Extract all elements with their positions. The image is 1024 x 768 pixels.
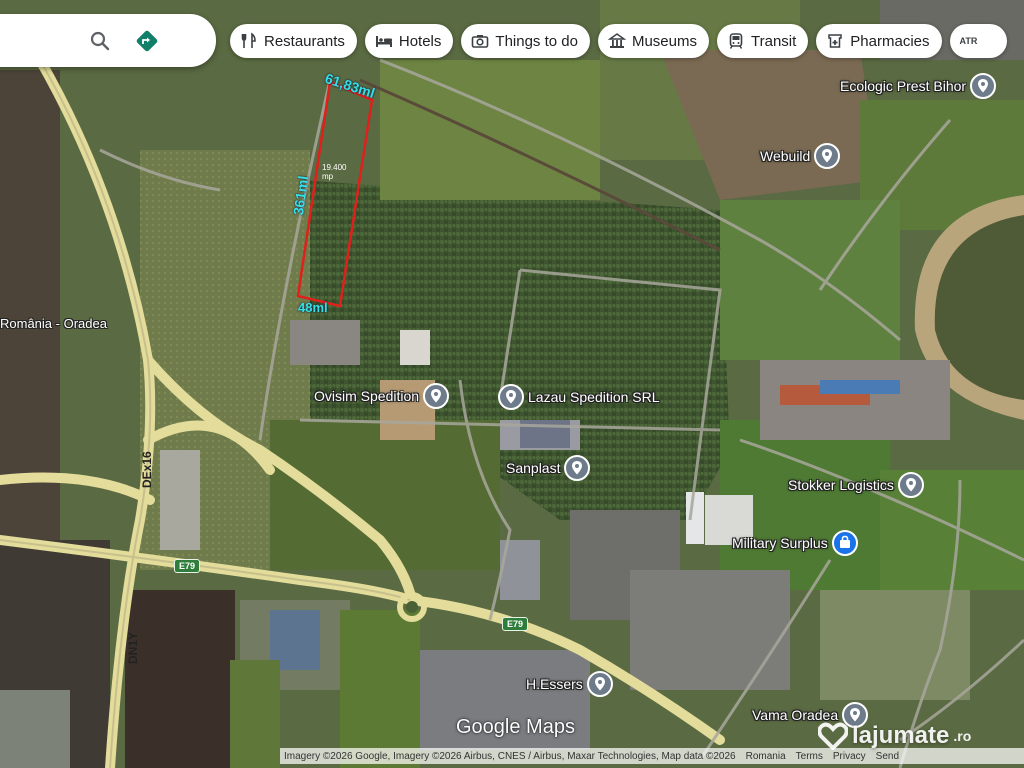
atm-icon: ATR: [959, 36, 978, 46]
watermark-tld: .ro: [953, 728, 972, 744]
location-pin-icon: [970, 73, 997, 99]
place-label: Ecologic Prest Bihor: [840, 78, 967, 94]
area-unit: mp: [322, 172, 334, 181]
place-label: Webuild: [760, 148, 811, 164]
chip-label: Restaurants: [264, 32, 345, 50]
place-ecologic-prest-bihor[interactable]: Ecologic Prest Bihor: [840, 73, 997, 99]
road-shield-e79: E79: [502, 617, 529, 631]
terms-link[interactable]: Terms: [796, 751, 823, 762]
area-label: 19.400 mp: [322, 163, 346, 181]
place-stokker-logistics[interactable]: Stokker Logistics: [788, 472, 924, 498]
museum-icon: [607, 33, 626, 48]
place-lazau-spedition[interactable]: Lazau Spedition SRL: [498, 384, 660, 410]
location-pin-icon: [498, 384, 524, 410]
location-pin-icon: [814, 143, 841, 169]
place-label: Military Surplus: [732, 535, 828, 551]
chip-pharmacies[interactable]: Pharmacies: [816, 24, 942, 58]
category-chips: Restaurants Hotels Things to do Museums: [230, 24, 1008, 58]
pharmacy-icon: [828, 34, 843, 48]
road-shield-e79: E79: [174, 559, 201, 573]
place-webuild[interactable]: Webuild: [760, 143, 841, 169]
location-pin-icon: [897, 472, 924, 498]
place-label: Vama Oradea: [752, 707, 839, 723]
chip-label: Transit: [751, 32, 797, 50]
feedback-link[interactable]: Send: [876, 751, 899, 762]
imagery-attribution: Imagery ©2026 Google, Imagery ©2026 Airb…: [284, 750, 736, 762]
location-pin-icon: [586, 671, 613, 697]
lajumate-watermark: lajumate .ro: [818, 722, 971, 750]
country-link[interactable]: Romania: [746, 751, 786, 762]
location-pin-icon: [564, 455, 591, 481]
chip-label: Museums: [631, 32, 697, 50]
place-military-surplus[interactable]: Military Surplus: [732, 530, 858, 556]
logo-google: Google: [456, 716, 521, 738]
train-icon: [729, 33, 743, 49]
measure-bottom: 48ml: [298, 300, 328, 315]
attribution-bar: Imagery ©2026 Google, Imagery ©2026 Airb…: [280, 748, 1024, 764]
watermark-text: lajumate: [852, 722, 950, 749]
area-value: 19.400: [322, 163, 347, 172]
logo-maps: Maps: [520, 716, 575, 738]
region-label: România - Oradea: [0, 316, 107, 331]
chip-atms[interactable]: ATR: [949, 24, 1008, 58]
search-icon[interactable]: [88, 29, 112, 53]
road-label-dex16: DEx16: [140, 451, 154, 488]
chip-label: Hotels: [398, 32, 442, 50]
heart-logo-icon: [818, 722, 848, 750]
chip-restaurants[interactable]: Restaurants: [230, 24, 357, 58]
place-ovisim-spedition[interactable]: Ovisim Spedition: [314, 383, 450, 409]
camera-icon: [472, 35, 489, 48]
shopping-bag-pin-icon: [831, 530, 858, 556]
place-label: Lazau Spedition SRL: [528, 389, 660, 405]
chip-hotels[interactable]: Hotels: [364, 24, 454, 58]
privacy-link[interactable]: Privacy: [833, 751, 866, 762]
place-h-essers[interactable]: H.Essers: [526, 671, 613, 697]
place-label: H.Essers: [526, 676, 583, 692]
location-pin-icon: [423, 383, 450, 409]
place-label: Sanplast: [506, 460, 561, 476]
directions-icon[interactable]: [134, 28, 160, 54]
chip-label: Things to do: [495, 32, 578, 50]
chip-label: Pharmacies: [850, 32, 930, 50]
road-label-dn1y: DN1Y: [126, 631, 140, 664]
google-maps-logo: Google Maps: [456, 716, 575, 739]
place-label: Stokker Logistics: [788, 477, 894, 493]
fork-knife-icon: [241, 32, 256, 48]
place-label: Ovisim Spedition: [314, 388, 420, 404]
bed-icon: [375, 36, 392, 47]
chip-museums[interactable]: Museums: [597, 24, 709, 58]
chip-transit[interactable]: Transit: [717, 24, 809, 58]
place-sanplast[interactable]: Sanplast: [506, 455, 591, 481]
search-box[interactable]: [0, 14, 216, 67]
chip-things-to-do[interactable]: Things to do: [461, 24, 590, 58]
